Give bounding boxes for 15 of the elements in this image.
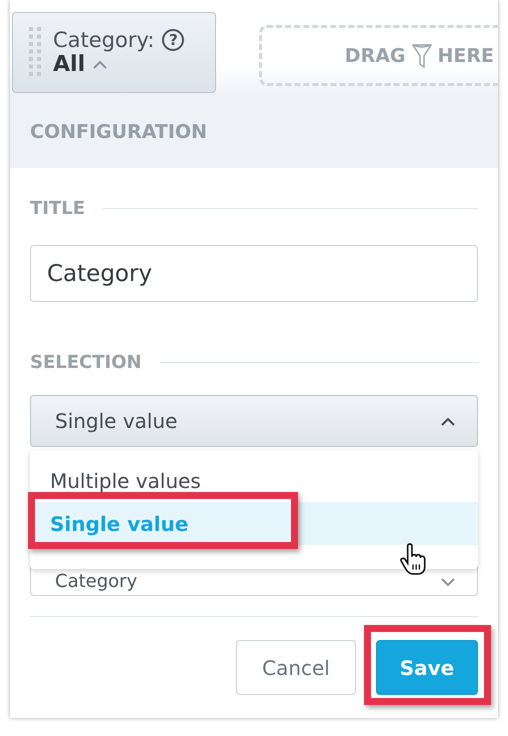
cancel-button[interactable]: Cancel <box>236 640 356 695</box>
help-icon[interactable]: ? <box>162 29 184 51</box>
drop-zone-label: DRAG <box>344 44 406 66</box>
filter-chip[interactable]: Category: ? All <box>12 12 216 93</box>
section-label: TITLE <box>30 198 86 219</box>
panel-heading: CONFIGURATION <box>30 120 208 142</box>
drag-handle-icon[interactable] <box>29 26 41 78</box>
menu-option[interactable]: Multiple values <box>30 459 478 502</box>
filter-value: All <box>53 52 86 77</box>
filter-label: Category: <box>53 28 154 52</box>
selection-dropdown[interactable]: Single value <box>30 395 478 447</box>
funnel-icon <box>412 42 432 68</box>
title-input[interactable]: Category <box>30 245 478 302</box>
drop-zone-label: HERE <box>438 44 494 66</box>
section-label: SELECTION <box>30 352 142 373</box>
